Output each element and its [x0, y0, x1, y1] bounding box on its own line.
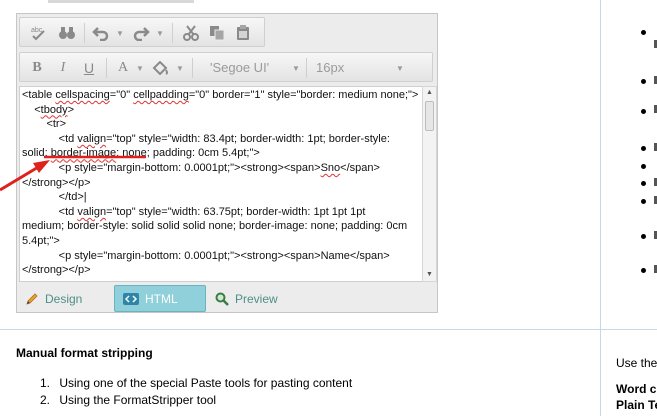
toolbar-row-format: B I U A ▼ ▼ 'Segoe UI' ▼ 16px ▼ [19, 52, 433, 82]
row-divider [0, 329, 657, 330]
bold-icon[interactable]: B [28, 57, 46, 79]
underline-icon[interactable]: U [80, 57, 98, 79]
toolbar-row-edit: abc ▼ ▼ [19, 17, 265, 47]
code-line: medium; border-style: solid solid solid … [22, 220, 408, 233]
code-line: <p style="margin-bottom: 0.0001pt;"><str… [22, 161, 380, 174]
code-line: <table cellspacing="0" cellpadding="0" b… [22, 89, 419, 101]
html-source-textarea[interactable]: <table cellspacing="0" cellpadding="0" b… [19, 86, 423, 282]
undo-dropdown-icon[interactable]: ▼ [114, 22, 126, 44]
column-divider [600, 0, 601, 416]
html-code-icon [123, 292, 139, 305]
code-line: </strong></p> [22, 176, 91, 189]
list-bullet [641, 268, 646, 273]
list-bullet [641, 234, 646, 239]
list-bullet [641, 79, 646, 84]
tab-design-label: Design [45, 291, 83, 306]
list-bullet [641, 181, 646, 186]
font-size-dropdown-icon[interactable]: ▼ [394, 57, 406, 79]
copy-icon[interactable] [206, 22, 228, 44]
list-item: 2. Using the FormatStripper tool [40, 392, 352, 409]
pencil-icon [26, 292, 38, 305]
cut-icon[interactable] [180, 22, 202, 44]
font-name-select[interactable]: 'Segoe UI' [210, 60, 269, 75]
spelling-error-token: valign [77, 132, 107, 145]
list-bullet [641, 199, 646, 204]
find-binoculars-icon[interactable] [56, 22, 78, 44]
code-line: <tbody> [22, 103, 75, 116]
scroll-up-arrow-icon[interactable]: ▲ [423, 87, 436, 99]
code-line: <p style="margin-bottom: 0.0001pt;"><str… [22, 249, 390, 262]
redo-dropdown-icon[interactable]: ▼ [154, 22, 166, 44]
list-bullet [641, 146, 646, 151]
spellcheck-icon[interactable]: abc [28, 22, 50, 44]
right-bold-line: Word c [616, 382, 657, 396]
tab-preview-label: Preview [235, 291, 278, 306]
code-line: </td>| [22, 191, 87, 204]
scroll-thumb[interactable] [425, 101, 434, 131]
section-heading: Manual format stripping [16, 346, 153, 360]
font-size-select[interactable]: 16px [316, 60, 344, 75]
list-bullet [641, 30, 646, 35]
html-editor: abc ▼ ▼ B I U A ▼ ▼ 'Segoe UI' ▼ 16px ▼ … [16, 13, 438, 313]
toolbar-top-stub [48, 0, 194, 3]
code-line: <tr> [22, 118, 67, 131]
undo-icon[interactable] [90, 22, 112, 44]
highlight-dropdown-icon[interactable]: ▼ [174, 57, 186, 79]
list-bullet [641, 164, 646, 169]
font-name-dropdown-icon[interactable]: ▼ [290, 57, 302, 79]
italic-icon[interactable]: I [54, 57, 72, 79]
list-bullet [641, 109, 646, 114]
list-text: Using the FormatStripper tool [59, 393, 217, 407]
list-text: Using one of the special Paste tools for… [59, 376, 353, 390]
tab-preview[interactable]: Preview [207, 285, 299, 312]
font-color-dropdown-icon[interactable]: ▼ [134, 57, 146, 79]
spelling-error-token: border-image [50, 147, 117, 160]
list-item: 1. Using one of the special Paste tools … [40, 375, 352, 392]
spelling-error-token: cellpadding [133, 89, 189, 101]
steps-list: 1. Using one of the special Paste tools … [40, 375, 352, 409]
font-color-icon[interactable]: A [114, 57, 132, 79]
spelling-error-token: valign [77, 205, 107, 218]
spelling-error-token: cellspacing [55, 89, 110, 101]
toolbar-separator [106, 58, 107, 78]
paste-icon[interactable] [232, 22, 254, 44]
right-column-bold-text: Word c Plain Te [616, 381, 657, 413]
code-line: solid; border-image: none; padding: 0cm … [22, 147, 260, 160]
list-number: 2. [40, 393, 51, 407]
code-line: <td valign="top" style="width: 63.75pt; … [22, 205, 366, 218]
code-line: <td valign="top" style="width: 83.4pt; b… [22, 132, 390, 145]
highlight-icon[interactable] [150, 57, 172, 79]
tab-html-label: HTML [145, 291, 178, 306]
list-number: 1. [40, 376, 51, 390]
scroll-down-arrow-icon[interactable]: ▼ [423, 269, 436, 281]
toolbar-separator [306, 58, 307, 78]
tab-html[interactable]: HTML [114, 285, 206, 312]
spelling-error-token: tbody [40, 103, 68, 116]
editor-mode-tabs: Design HTML Preview [17, 285, 437, 313]
toolbar-separator [192, 58, 193, 78]
spelling-error-token: Sno [320, 161, 341, 174]
magnifier-icon [215, 292, 229, 306]
toolbar-separator [84, 23, 85, 43]
code-scrollbar[interactable]: ▲ ▼ [422, 86, 437, 282]
redo-icon[interactable] [130, 22, 152, 44]
code-line: 5.4pt;"> [22, 234, 60, 247]
right-column-text: Use the [616, 356, 657, 370]
tab-design[interactable]: Design [17, 285, 109, 312]
code-line: </strong></p> [22, 264, 91, 277]
right-bold-line: Plain Te [616, 398, 657, 412]
toolbar-separator [172, 23, 173, 43]
